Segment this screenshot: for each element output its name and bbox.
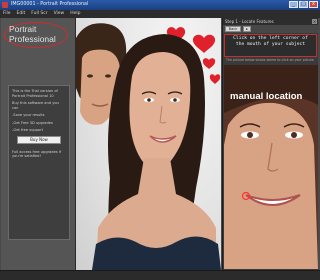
features-heading: Buy this software and you can xyxy=(12,101,59,110)
menu-bar: File Edit Full Scr View Help xyxy=(0,10,320,18)
step-title: Step 1 - Locate Features xyxy=(225,19,274,24)
feature-support: -Get free support xyxy=(12,128,44,132)
menu-edit[interactable]: Edit xyxy=(17,10,26,18)
chevron-right-icon: ▸ xyxy=(246,27,248,31)
heart-decoration xyxy=(209,74,221,84)
maximize-button[interactable]: □ xyxy=(299,1,308,8)
menu-file[interactable]: File xyxy=(3,10,11,18)
heart-decoration xyxy=(202,58,216,69)
instruction-box: Click on the left corner of the mouth of… xyxy=(224,34,317,57)
window-controls: _ □ x xyxy=(289,1,318,8)
heart-decoration xyxy=(192,34,216,53)
manual-location-label: manual location xyxy=(230,91,303,102)
trial-info-box: This is the Trial version of Portrait Pr… xyxy=(8,85,70,240)
window-title: IMG00001 - Portrait Professional xyxy=(11,2,89,7)
step-navigation: Back ▸ xyxy=(223,25,318,33)
feature-save: -Save your results xyxy=(12,113,45,117)
menu-view[interactable]: View xyxy=(54,10,65,18)
app-icon xyxy=(2,2,8,8)
app-window: IMG00001 - Portrait Professional _ □ x F… xyxy=(0,0,320,280)
left-panel: Portrait Professional This is the Trial … xyxy=(1,18,76,270)
back-button[interactable]: Back xyxy=(225,26,241,32)
right-panel: Step 1 - Locate Features × Back ▸ Click … xyxy=(222,18,318,270)
step-header: Step 1 - Locate Features × xyxy=(223,18,318,25)
buy-now-button[interactable]: Buy Now xyxy=(17,135,61,144)
instruction-hint: The picture below shows where to click o… xyxy=(226,58,314,62)
portrait-canvas[interactable] xyxy=(76,18,221,270)
title-bar: IMG00001 - Portrait Professional _ □ x xyxy=(0,0,320,10)
logo-line-2: Professional xyxy=(9,34,56,44)
next-button[interactable]: ▸ xyxy=(243,26,251,32)
trial-intro: This is the Trial version of Portrait Pr… xyxy=(12,89,58,98)
feature-preview: manual location xyxy=(224,65,318,269)
menu-full-screen[interactable]: Full Scr xyxy=(31,10,47,18)
back-label: Back xyxy=(228,27,238,31)
close-button[interactable]: x xyxy=(309,1,318,8)
portrait-photo xyxy=(76,23,221,270)
app-logo: Portrait Professional xyxy=(9,24,56,44)
menu-help[interactable]: Help xyxy=(70,10,80,18)
logo-line-1: Portrait xyxy=(9,24,37,34)
trial-footer: Full access free upgrades if you're sati… xyxy=(12,149,62,159)
close-icon[interactable]: × xyxy=(312,19,317,24)
minimize-button[interactable]: _ xyxy=(289,1,298,8)
feature-upgrades: -Get Free 3D upgrades xyxy=(12,120,53,125)
